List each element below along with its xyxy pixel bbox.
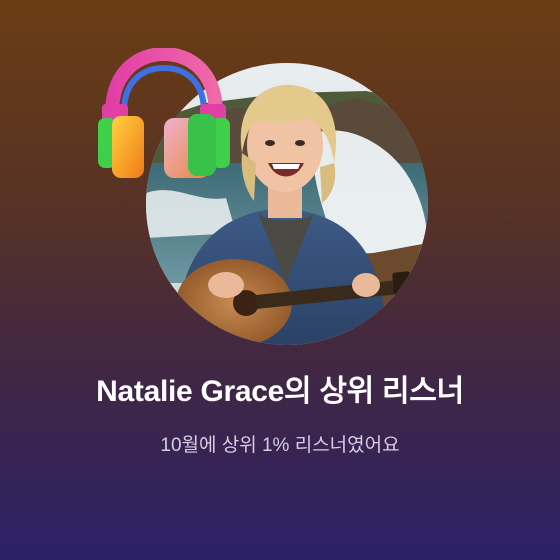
headphones-badge (92, 48, 234, 188)
headphones-icon (98, 48, 230, 178)
card-title: Natalie Grace의 상위 리스너 (96, 375, 464, 408)
top-listener-card: Natalie Grace의 상위 리스너 10월에 상위 1% 리스너였어요 (0, 0, 560, 560)
card-subtitle: 10월에 상위 1% 리스너였어요 (160, 435, 400, 456)
